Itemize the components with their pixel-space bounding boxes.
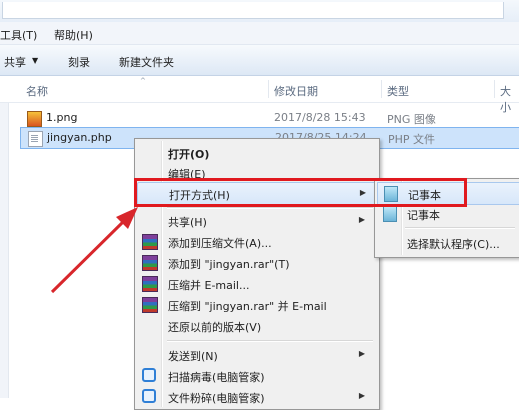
annotation-arrow-shaft xyxy=(50,219,126,294)
annotation-arrow xyxy=(50,207,138,294)
